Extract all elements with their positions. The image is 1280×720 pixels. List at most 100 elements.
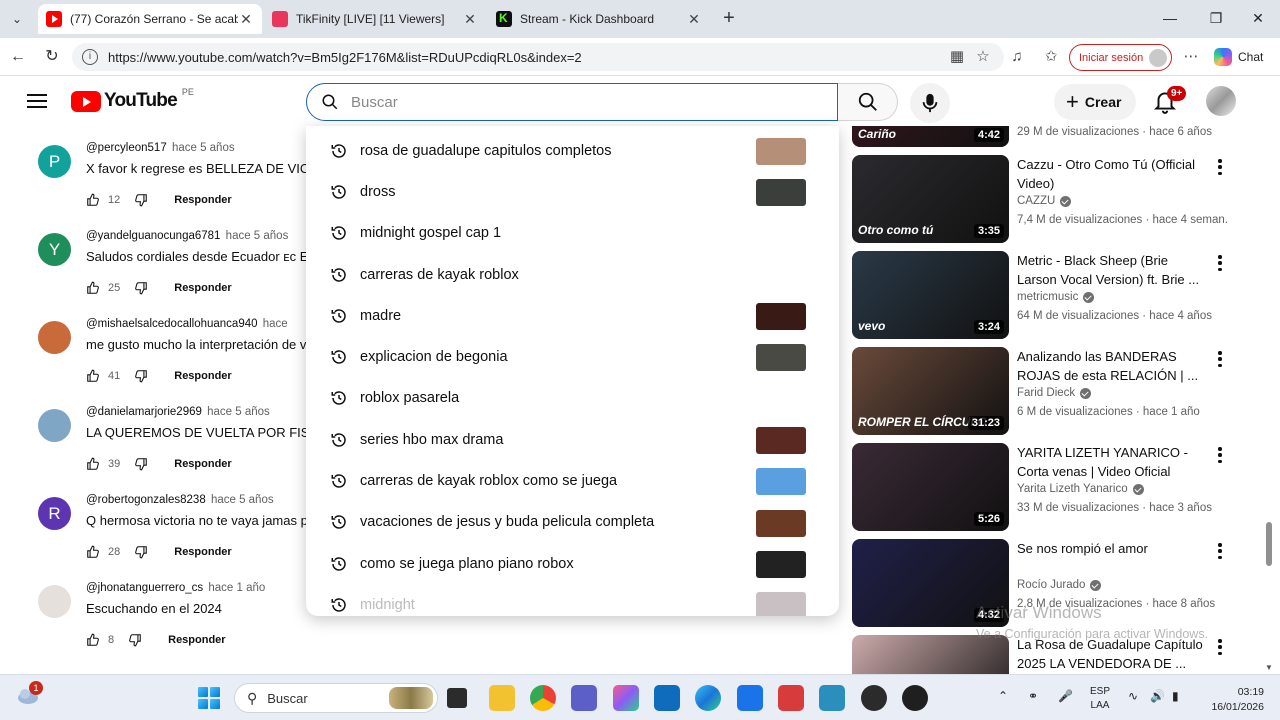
commenter-avatar[interactable]: [38, 585, 71, 618]
video-more-options-icon[interactable]: [1216, 639, 1224, 655]
related-video-item[interactable]: Cariño 4:42 29 M de visualizaciones · hace…: [852, 126, 1237, 149]
reply-button[interactable]: Responder: [174, 194, 231, 206]
more-options-icon[interactable]: ⋯: [1180, 46, 1202, 68]
taskbar-search[interactable]: ⚲ Buscar: [234, 683, 438, 713]
video-thumbnail[interactable]: Otro como tú 3:35: [852, 155, 1009, 243]
page-scrollbar[interactable]: ▼: [1264, 126, 1274, 674]
new-tab-plus-icon[interactable]: +: [718, 8, 740, 30]
app-available-icon[interactable]: ▦: [946, 46, 968, 68]
thumbs-up-icon[interactable]: [86, 193, 100, 207]
search-suggestion-item[interactable]: rosa de guadalupe capitulos completos: [306, 130, 839, 171]
search-suggestion-item[interactable]: vacaciones de jesus y buda pelicula comp…: [306, 502, 839, 543]
related-video-item[interactable]: Otro como tú 3:35 Cazzu - Otro Como Tú (Of…: [852, 155, 1237, 245]
search-suggestion-item[interactable]: carreras de kayak roblox como se juega: [306, 460, 839, 501]
search-button[interactable]: [838, 83, 898, 121]
search-suggestion-item[interactable]: carreras de kayak roblox: [306, 254, 839, 295]
favorites-collection-icon[interactable]: ✩: [1040, 46, 1062, 68]
thumbs-up-icon[interactable]: [86, 545, 100, 559]
video-more-options-icon[interactable]: [1216, 351, 1224, 367]
search-suggestion-item[interactable]: series hbo max drama: [306, 419, 839, 460]
thumbs-up-icon[interactable]: [86, 281, 100, 295]
site-info-icon[interactable]: i: [82, 49, 98, 65]
voice-search-button[interactable]: [910, 83, 950, 123]
github-desktop-icon[interactable]: [902, 685, 928, 711]
search-suggestion-item[interactable]: midnight gospel cap 1: [306, 213, 839, 254]
restore-icon[interactable]: ❐: [1206, 8, 1226, 28]
reply-button[interactable]: Responder: [174, 282, 231, 294]
video-title[interactable]: Metric - Black Sheep (Brie Larson Vocal …: [1017, 251, 1207, 289]
create-button[interactable]: + Crear: [1054, 84, 1136, 120]
channel-name[interactable]: metricmusic: [1017, 291, 1078, 303]
battery-icon[interactable]: ▮: [1172, 689, 1179, 703]
copilot-chat-button[interactable]: Chat: [1214, 46, 1263, 68]
comment-handle[interactable]: @robertogonzales8238: [86, 494, 206, 506]
wifi-icon[interactable]: ∿: [1128, 689, 1138, 703]
thumbs-down-icon[interactable]: [134, 545, 148, 559]
back-arrow-icon[interactable]: ←: [7, 46, 29, 68]
comment-handle[interactable]: @yandelguanocunga6781: [86, 230, 220, 242]
video-channel[interactable]: Rocío Jurado: [1017, 579, 1102, 591]
reload-icon[interactable]: ↻: [41, 46, 63, 68]
video-thumbnail[interactable]: 5:26: [852, 443, 1009, 531]
video-channel[interactable]: Farid Dieck: [1017, 387, 1092, 399]
video-more-options-icon[interactable]: [1216, 543, 1224, 559]
close-tab-icon[interactable]: ✕: [686, 11, 702, 28]
video-title[interactable]: Analizando las BANDERAS ROJAS de esta RE…: [1017, 347, 1207, 385]
volume-icon[interactable]: 🔊: [1150, 689, 1165, 703]
video-more-options-icon[interactable]: [1216, 159, 1224, 175]
video-title[interactable]: Cazzu - Otro Como Tú (Official Video): [1017, 155, 1207, 193]
youtube-logo[interactable]: YouTube PE: [71, 87, 194, 112]
search-suggestion-item[interactable]: roblox pasarela: [306, 378, 839, 419]
reply-button[interactable]: Responder: [168, 634, 225, 646]
scroll-down-arrow-icon[interactable]: ▼: [1265, 663, 1273, 672]
related-video-item[interactable]: vevo 3:24 Metric - Black Sheep (Brie Larso…: [852, 251, 1237, 341]
close-tab-icon[interactable]: ✕: [462, 11, 478, 28]
thumbs-down-icon[interactable]: [134, 457, 148, 471]
tab-list-chevron-icon[interactable]: ⌄: [6, 9, 28, 29]
scrollbar-thumb[interactable]: [1266, 522, 1272, 566]
close-tab-icon[interactable]: ✕: [238, 11, 254, 28]
search-suggestion-item[interactable]: explicacion de begonia: [306, 336, 839, 377]
channel-name[interactable]: CAZZU: [1017, 195, 1055, 207]
video-more-options-icon[interactable]: [1216, 255, 1224, 271]
language-indicator[interactable]: ESP LAA: [1090, 685, 1110, 713]
comment-handle[interactable]: @jhonatanguerrero_cs: [86, 582, 203, 594]
related-video-item[interactable]: ROMPER EL CÍRCULO 31:23 Analizando las BAN…: [852, 347, 1237, 437]
task-view-icon[interactable]: [447, 688, 467, 708]
microphone-tray-icon[interactable]: 🎤: [1058, 689, 1073, 703]
channel-name[interactable]: Rocío Jurado: [1017, 579, 1085, 591]
anydesk-icon[interactable]: [778, 685, 804, 711]
menu-hamburger-icon[interactable]: [27, 94, 47, 108]
video-title[interactable]: YARITA LIZETH YANARICO - Corta venas | V…: [1017, 443, 1207, 481]
search-box[interactable]: [306, 83, 838, 121]
comment-author[interactable]: @danielamarjorie2969 hace 5 años: [86, 406, 270, 418]
thumbs-up-icon[interactable]: [86, 457, 100, 471]
comment-handle[interactable]: @danielamarjorie2969: [86, 406, 202, 418]
tab-youtube[interactable]: (77) Corazón Serrano - Se acabó ✕: [38, 4, 262, 34]
commenter-avatar[interactable]: P: [38, 145, 71, 178]
channel-name[interactable]: Yarita Lizeth Yanarico: [1017, 483, 1128, 495]
favorite-star-icon[interactable]: ☆: [972, 46, 994, 68]
clock[interactable]: 03:19 16/01/2026: [1196, 685, 1264, 715]
commenter-avatar[interactable]: [38, 409, 71, 442]
file-explorer-icon[interactable]: [489, 685, 515, 711]
thumbs-up-icon[interactable]: [86, 633, 100, 647]
search-input[interactable]: [351, 93, 791, 111]
video-channel[interactable]: CAZZU: [1017, 195, 1072, 207]
thumbs-down-icon[interactable]: [134, 369, 148, 383]
related-video-item[interactable]: 5:26 YARITA LIZETH YANARICO - Corta venas…: [852, 443, 1237, 533]
teams-icon[interactable]: [571, 685, 597, 711]
sync-icon[interactable]: ⚭: [1028, 689, 1038, 703]
close-window-icon[interactable]: ✕: [1248, 8, 1268, 28]
video-channel[interactable]: Yarita Lizeth Yanarico: [1017, 483, 1144, 495]
start-button[interactable]: [198, 687, 220, 709]
thumbs-down-icon[interactable]: [134, 281, 148, 295]
url-field[interactable]: i https://www.youtube.com/watch?v=Bm5Ig2…: [72, 43, 1004, 71]
search-suggestion-item[interactable]: dross: [306, 171, 839, 212]
search-suggestion-item[interactable]: madre: [306, 295, 839, 336]
edge-icon[interactable]: [695, 685, 721, 711]
read-aloud-icon[interactable]: ♫: [1006, 46, 1028, 68]
chrome-icon[interactable]: [530, 685, 556, 711]
comment-author[interactable]: @yandelguanocunga6781 hace 5 años: [86, 230, 288, 242]
comment-author[interactable]: @percyleon517 hace 5 años: [86, 142, 235, 154]
